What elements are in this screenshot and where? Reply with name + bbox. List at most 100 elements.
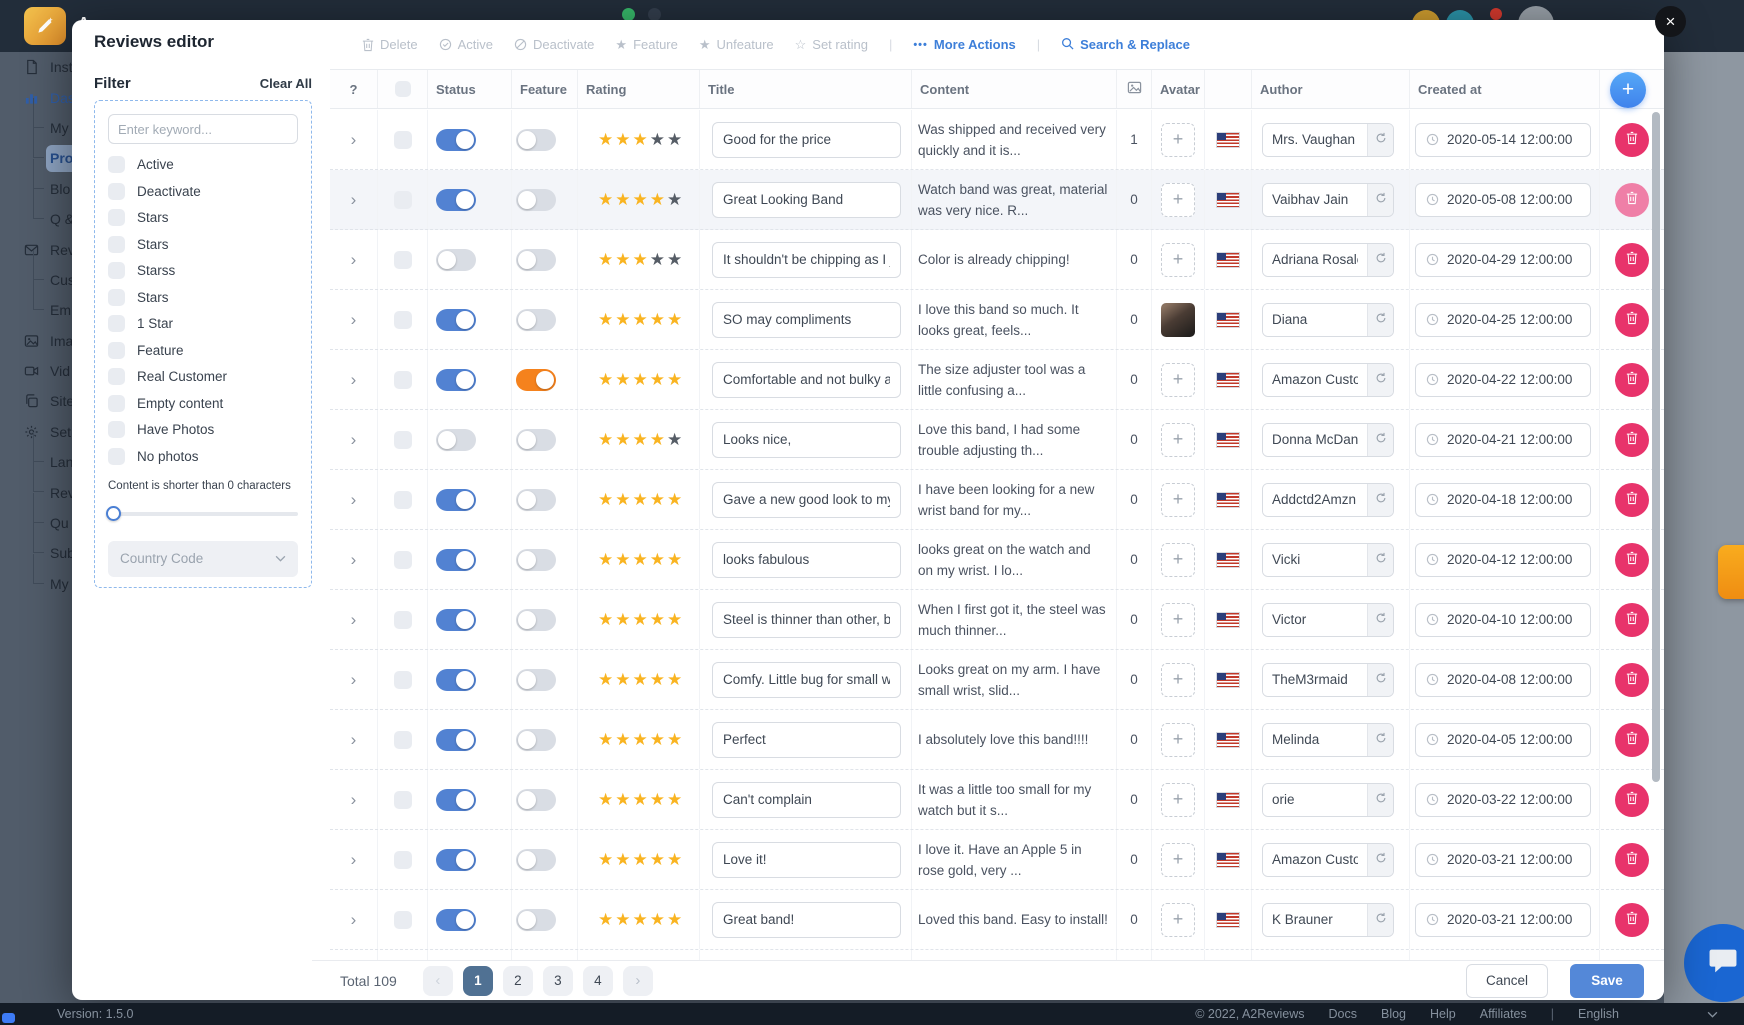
row-checkbox[interactable]	[394, 911, 412, 929]
sidebar-subitem-my[interactable]: My	[0, 569, 72, 599]
close-button[interactable]: ×	[1655, 6, 1686, 37]
star-icon[interactable]: ★	[633, 731, 648, 748]
filter-checkbox-feature-7[interactable]: Feature	[108, 342, 298, 359]
title-input[interactable]	[712, 422, 901, 458]
filter-checkbox-empty-content-9[interactable]: Empty content	[108, 395, 298, 412]
add-review-button[interactable]: +	[1610, 72, 1646, 108]
feature-toggle[interactable]	[516, 189, 556, 211]
star-icon[interactable]: ★	[615, 731, 630, 748]
filter-checkbox-stars-5[interactable]: Stars	[108, 289, 298, 306]
feature-toggle[interactable]	[516, 429, 556, 451]
refresh-author-button[interactable]	[1367, 124, 1393, 156]
delete-row-button[interactable]	[1615, 783, 1649, 817]
star-icon[interactable]: ★	[650, 131, 665, 148]
refresh-author-button[interactable]	[1367, 784, 1393, 816]
star-icon[interactable]: ★	[633, 311, 648, 328]
star-icon[interactable]: ★	[667, 791, 682, 808]
sidebar-item-vid[interactable]: Vid	[0, 356, 72, 386]
created-at-field[interactable]: 2020-05-08 12:00:00	[1415, 183, 1591, 217]
title-input[interactable]	[712, 242, 901, 278]
filter-checkbox-stars-2[interactable]: Stars	[108, 209, 298, 226]
feature-toggle[interactable]	[516, 309, 556, 331]
row-checkbox[interactable]	[394, 851, 412, 869]
author-input[interactable]	[1263, 424, 1367, 456]
star-icon[interactable]: ★	[615, 371, 630, 388]
delete-row-button[interactable]	[1615, 423, 1649, 457]
refresh-author-button[interactable]	[1367, 364, 1393, 396]
star-icon[interactable]: ★	[615, 551, 630, 568]
checkbox-icon[interactable]	[108, 183, 125, 200]
sidebar-subitem-em[interactable]: Em	[0, 295, 72, 325]
title-input[interactable]	[712, 602, 901, 638]
author-input[interactable]	[1263, 304, 1367, 336]
avatar-add-button[interactable]: +	[1161, 243, 1195, 277]
star-icon[interactable]: ★	[615, 491, 630, 508]
checkbox-icon[interactable]	[108, 342, 125, 359]
star-icon[interactable]: ★	[633, 911, 648, 928]
star-icon[interactable]: ★	[598, 131, 613, 148]
prev-page-button[interactable]: ‹	[423, 966, 453, 996]
delete-row-button[interactable]	[1615, 303, 1649, 337]
more-actions-button[interactable]: ••• More Actions	[913, 37, 1015, 52]
star-icon[interactable]: ★	[667, 911, 682, 928]
star-icon[interactable]: ★	[633, 251, 648, 268]
author-input[interactable]	[1263, 124, 1367, 156]
star-icon[interactable]: ★	[598, 251, 613, 268]
created-at-field[interactable]: 2020-03-22 12:00:00	[1415, 783, 1591, 817]
author-input[interactable]	[1263, 484, 1367, 516]
expand-row-button[interactable]: ›	[351, 551, 357, 568]
toolbar-deactivate-button[interactable]: Deactivate	[514, 37, 594, 52]
star-icon[interactable]: ★	[615, 431, 630, 448]
author-input[interactable]	[1263, 184, 1367, 216]
checkbox-icon[interactable]	[108, 289, 125, 306]
delete-row-button[interactable]	[1615, 483, 1649, 517]
expand-row-button[interactable]: ›	[351, 611, 357, 628]
star-icon[interactable]: ★	[667, 491, 682, 508]
sidebar-subitem-q[interactable]: Q &	[0, 204, 72, 234]
star-icon[interactable]: ★	[650, 851, 665, 868]
select-all-checkbox[interactable]	[395, 81, 411, 97]
title-input[interactable]	[712, 362, 901, 398]
created-at-field[interactable]: 2020-05-14 12:00:00	[1415, 123, 1591, 157]
refresh-author-button[interactable]	[1367, 424, 1393, 456]
avatar-add-button[interactable]: +	[1161, 123, 1195, 157]
expand-row-button[interactable]: ›	[351, 671, 357, 688]
filter-checkbox-starss-4[interactable]: Starss	[108, 262, 298, 279]
status-toggle[interactable]	[436, 429, 476, 451]
created-at-field[interactable]: 2020-04-18 12:00:00	[1415, 483, 1591, 517]
star-icon[interactable]: ★	[615, 251, 630, 268]
star-icon[interactable]: ★	[667, 371, 682, 388]
row-checkbox[interactable]	[394, 251, 412, 269]
search-replace-button[interactable]: Search & Replace	[1061, 37, 1190, 53]
avatar-add-button[interactable]: +	[1161, 903, 1195, 937]
author-input[interactable]	[1263, 844, 1367, 876]
row-checkbox[interactable]	[394, 371, 412, 389]
filter-checkbox-real-customer-8[interactable]: Real Customer	[108, 368, 298, 385]
created-at-field[interactable]: 2020-04-08 12:00:00	[1415, 663, 1591, 697]
feature-toggle[interactable]	[516, 669, 556, 691]
star-icon[interactable]: ★	[650, 611, 665, 628]
feature-toggle[interactable]	[516, 609, 556, 631]
footer-link-help[interactable]: Help	[1430, 1007, 1456, 1021]
star-icon[interactable]: ★	[615, 611, 630, 628]
star-icon[interactable]: ★	[633, 551, 648, 568]
expand-row-button[interactable]: ›	[351, 851, 357, 868]
expand-row-button[interactable]: ›	[351, 371, 357, 388]
chevron-down-icon[interactable]	[1707, 1011, 1718, 1018]
star-icon[interactable]: ★	[667, 851, 682, 868]
star-icon[interactable]: ★	[615, 131, 630, 148]
refresh-author-button[interactable]	[1367, 844, 1393, 876]
star-icon[interactable]: ★	[598, 371, 613, 388]
avatar-add-button[interactable]: +	[1161, 603, 1195, 637]
status-toggle[interactable]	[436, 729, 476, 751]
star-icon[interactable]: ★	[615, 671, 630, 688]
checkbox-icon[interactable]	[108, 209, 125, 226]
refresh-author-button[interactable]	[1367, 184, 1393, 216]
star-icon[interactable]: ★	[615, 791, 630, 808]
footer-link-blog[interactable]: Blog	[1381, 1007, 1406, 1021]
star-icon[interactable]: ★	[598, 851, 613, 868]
star-icon[interactable]: ★	[598, 191, 613, 208]
expand-row-button[interactable]: ›	[351, 251, 357, 268]
filter-checkbox-stars-3[interactable]: Stars	[108, 236, 298, 253]
star-icon[interactable]: ★	[650, 311, 665, 328]
